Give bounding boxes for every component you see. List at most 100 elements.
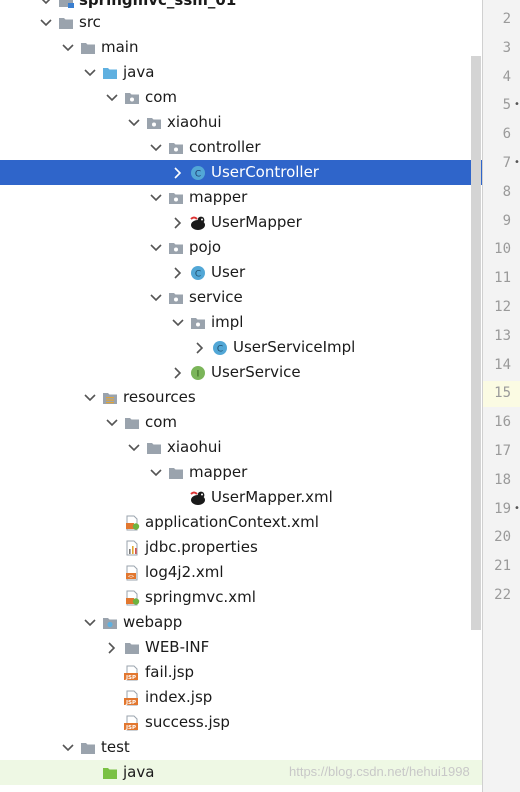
tree-scrollbar[interactable] — [471, 56, 481, 630]
tree-row-index-jsp[interactable]: JSP index.jsp — [0, 685, 483, 710]
chevron-down-icon[interactable] — [82, 60, 98, 85]
tree-row-usercontroller[interactable]: C UserController — [0, 160, 483, 185]
properties-icon — [123, 540, 141, 556]
tree-row-java[interactable]: java — [0, 60, 483, 85]
folder-icon — [123, 415, 141, 431]
tree-row-com[interactable]: com — [0, 410, 483, 435]
folder-icon — [57, 15, 75, 31]
tree-row-xiaohui[interactable]: xiaohui — [0, 110, 483, 135]
tree-row-label: src — [79, 13, 101, 31]
tree-row-web-inf[interactable]: WEB-INF — [0, 635, 483, 660]
tree-row-label: User — [211, 263, 246, 281]
line-number: 15 — [494, 385, 511, 402]
tree-row-log4j2-xml[interactable]: <> log4j2.xml — [0, 560, 483, 585]
tree-row-xiaohui[interactable]: xiaohui — [0, 435, 483, 460]
interface-icon: I — [189, 365, 207, 381]
chevron-down-icon[interactable] — [82, 385, 98, 410]
chevron-down-icon[interactable] — [82, 610, 98, 635]
tree-row-test[interactable]: test — [0, 735, 483, 760]
tree-row-userserviceimpl[interactable]: C UserServiceImpl — [0, 335, 483, 360]
chevron-down-icon[interactable] — [148, 460, 164, 485]
line-number: 9 — [502, 212, 511, 229]
module-folder-icon — [57, 0, 75, 9]
tree-row-mapper[interactable]: mapper — [0, 185, 483, 210]
line-number: 10 — [494, 241, 511, 258]
folder-icon — [145, 440, 163, 456]
chevron-right-icon[interactable] — [170, 360, 186, 385]
spring-xml-icon — [123, 590, 141, 606]
tree-row-main[interactable]: main — [0, 35, 483, 60]
watermark: https://blog.csdn.net/hehui1998 — [289, 764, 470, 779]
tree-row-mapper[interactable]: mapper — [0, 460, 483, 485]
line-number: 11 — [494, 270, 511, 287]
chevron-down-icon[interactable] — [104, 410, 120, 435]
tree-row-service[interactable]: service — [0, 285, 483, 310]
fold-marker-icon[interactable]: • — [514, 157, 520, 168]
tree-row-pojo[interactable]: pojo — [0, 235, 483, 260]
chevron-down-icon[interactable] — [38, 10, 54, 35]
tree-row-label: main — [101, 38, 139, 56]
chevron-right-icon[interactable] — [170, 160, 186, 185]
chevron-down-icon[interactable] — [148, 285, 164, 310]
package-icon — [189, 315, 207, 331]
chevron-down-icon[interactable] — [104, 85, 120, 110]
line-number: 20 — [494, 529, 511, 546]
xml-icon: <> — [123, 565, 141, 581]
line-number: 4 — [502, 68, 511, 85]
arrow-spacer — [104, 510, 120, 535]
tree-row-fail-jsp[interactable]: JSP fail.jsp — [0, 660, 483, 685]
spring-xml-icon — [123, 515, 141, 531]
tree-row-label: index.jsp — [145, 688, 213, 706]
chevron-down-icon[interactable] — [148, 185, 164, 210]
chevron-down-icon[interactable] — [148, 235, 164, 260]
tree-row-user[interactable]: C User — [0, 260, 483, 285]
fold-marker-icon[interactable]: • — [514, 99, 520, 110]
folder-icon — [79, 40, 97, 56]
tree-row-label: resources — [123, 388, 196, 406]
line-number: 21 — [494, 558, 511, 575]
tree-row-success-jsp[interactable]: JSP success.jsp — [0, 710, 483, 735]
tree-row-label: com — [145, 413, 178, 431]
svg-text:JSP: JSP — [125, 725, 136, 731]
package-icon — [167, 290, 185, 306]
line-number: 13 — [494, 327, 511, 344]
tree-row-usermapper-xml[interactable]: UserMapper.xml — [0, 485, 483, 510]
tree-row-userservice[interactable]: I UserService — [0, 360, 483, 385]
chevron-down-icon[interactable] — [170, 310, 186, 335]
tree-row-usermapper[interactable]: UserMapper — [0, 210, 483, 235]
chevron-down-icon[interactable] — [148, 135, 164, 160]
svg-text:JSP: JSP — [125, 700, 136, 706]
chevron-right-icon[interactable] — [170, 260, 186, 285]
chevron-down-icon[interactable] — [126, 110, 142, 135]
tree-row-label: mapper — [189, 463, 248, 481]
tree-row-label: pojo — [189, 238, 222, 256]
tree-row-src[interactable]: src — [0, 10, 483, 35]
chevron-right-icon[interactable] — [104, 635, 120, 660]
tree-row-jdbc-properties[interactable]: jdbc.properties — [0, 535, 483, 560]
package-icon — [167, 140, 185, 156]
chevron-right-icon[interactable] — [170, 210, 186, 235]
jsp-icon: JSP — [123, 665, 141, 681]
tree-row-webapp[interactable]: webapp — [0, 610, 483, 635]
source-folder-icon — [101, 65, 119, 81]
folder-icon — [167, 465, 185, 481]
tree-row-resources[interactable]: resources — [0, 385, 483, 410]
arrow-spacer — [104, 685, 120, 710]
chevron-down-icon[interactable] — [60, 35, 76, 60]
chevron-down-icon[interactable] — [60, 735, 76, 760]
tree-row-impl[interactable]: impl — [0, 310, 483, 335]
tree-row-label: applicationContext.xml — [145, 513, 319, 531]
tree-row-controller[interactable]: controller — [0, 135, 483, 160]
tree-row-applicationcontext-xml[interactable]: applicationContext.xml — [0, 510, 483, 535]
chevron-right-icon[interactable] — [192, 335, 208, 360]
chevron-down-icon[interactable] — [126, 435, 142, 460]
tree-row-label: xiaohui — [167, 438, 222, 456]
fold-marker-icon[interactable]: • — [514, 503, 520, 514]
line-number: 2 — [502, 11, 511, 27]
tree-row-label: UserServiceImpl — [233, 338, 356, 356]
jsp-icon: JSP — [123, 715, 141, 731]
tree-row-label: jdbc.properties — [145, 538, 258, 556]
tree-row-com[interactable]: com — [0, 85, 483, 110]
tree-row-springmvc-xml[interactable]: springmvc.xml — [0, 585, 483, 610]
arrow-spacer — [82, 760, 98, 785]
